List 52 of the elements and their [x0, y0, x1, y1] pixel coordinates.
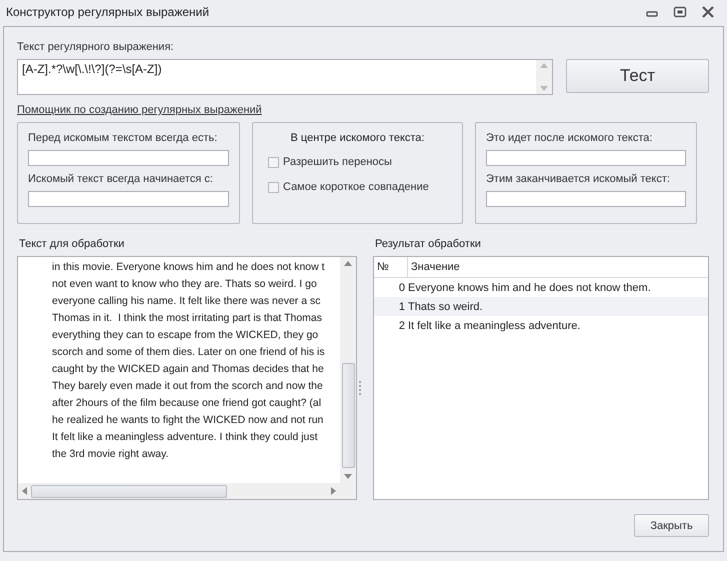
table-cell-text: 1	[398, 300, 406, 312]
text-line: They barely even made it out from the scorch and now the	[52, 379, 324, 394]
text-line: in this movie. Everyone knows him and he does not know t	[52, 260, 326, 275]
text-line: scorch and some of them dies. Later on one friend of his is	[52, 345, 326, 360]
group-title: В центре искомого текста:	[290, 132, 426, 144]
window-title: Конструктор регулярных выражений	[6, 5, 210, 19]
text-line: everything they can to escape from the WICKED, they go	[52, 328, 320, 343]
scroll-right-icon[interactable]	[331, 487, 336, 495]
text-area[interactable]	[17, 256, 357, 500]
text-line: after 2hours of the film because one friend got caught? (al	[52, 396, 322, 411]
field-label: Этим заканчивается искомый текст:	[486, 173, 671, 185]
text-line: Thomas in it. I think the most irritating part is that Thomas	[52, 311, 323, 326]
table-cell-text: 0	[398, 282, 406, 294]
scroll-up-icon[interactable]	[344, 261, 352, 266]
checkbox[interactable]	[268, 156, 279, 168]
panel-title: Результат обработки	[375, 238, 482, 250]
scroll-up-icon[interactable]	[540, 63, 548, 68]
regex-field[interactable]: [A-Z].*?\w[\.\!\?](?=\s[A-Z])	[17, 59, 553, 95]
checkbox-label[interactable]: Самое короткое совпадение	[283, 181, 429, 193]
close-button[interactable]: Закрыть	[634, 514, 709, 537]
field-label: Искомый текст всегда начинается с:	[28, 173, 214, 185]
input-field[interactable]	[486, 150, 686, 166]
table-cell: Thats so weird.	[408, 300, 483, 312]
text-line: It felt like a meaningless adventure. I think they could just	[52, 430, 319, 445]
scroll-left-icon[interactable]	[22, 487, 27, 495]
scroll-down-icon[interactable]	[344, 474, 352, 479]
text-line: not even want to know who they are. Thats so weird. I go	[52, 277, 318, 292]
text-line: he realized he wants to fight the WICKED now and not run	[52, 413, 324, 428]
test-button[interactable]: Тест	[566, 59, 709, 93]
field-label: Это идет после искомого текста:	[486, 132, 654, 144]
maximize-icon[interactable]	[673, 6, 687, 18]
input-field[interactable]	[486, 191, 686, 207]
field-label: Перед искомым текстом всегда есть:	[28, 132, 218, 144]
text-line: the 3rd movie right away.	[52, 447, 170, 462]
column-header: Значение	[410, 261, 460, 273]
scrollbar-thumb[interactable]	[31, 484, 227, 498]
input-field[interactable]	[28, 191, 229, 207]
close-icon[interactable]	[701, 6, 715, 18]
column-header: №	[374, 257, 408, 277]
checkbox-label[interactable]: Разрешить переносы	[283, 156, 392, 168]
input-field[interactable]	[28, 150, 229, 166]
table-cell: It felt like a meaningless adventure.	[408, 320, 580, 332]
text-line: everyone calling his name. It felt like there was never a sc	[52, 294, 322, 309]
table-cell: Everyone knows him and he does not know them.	[408, 282, 651, 294]
table-cell-text: 2	[398, 320, 406, 332]
scrollbar-thumb[interactable]	[342, 363, 354, 468]
regex-label: Текст регулярного выражения:	[17, 41, 175, 53]
panel-title: Текст для обработки	[19, 238, 126, 250]
scroll-down-icon[interactable]	[540, 86, 548, 91]
text-line: caught by the WICKED again and Thomas decides that he	[52, 362, 325, 377]
checkbox[interactable]	[268, 182, 279, 192]
helper-link[interactable]: Помощник по созданию регулярных выражений	[17, 104, 262, 116]
